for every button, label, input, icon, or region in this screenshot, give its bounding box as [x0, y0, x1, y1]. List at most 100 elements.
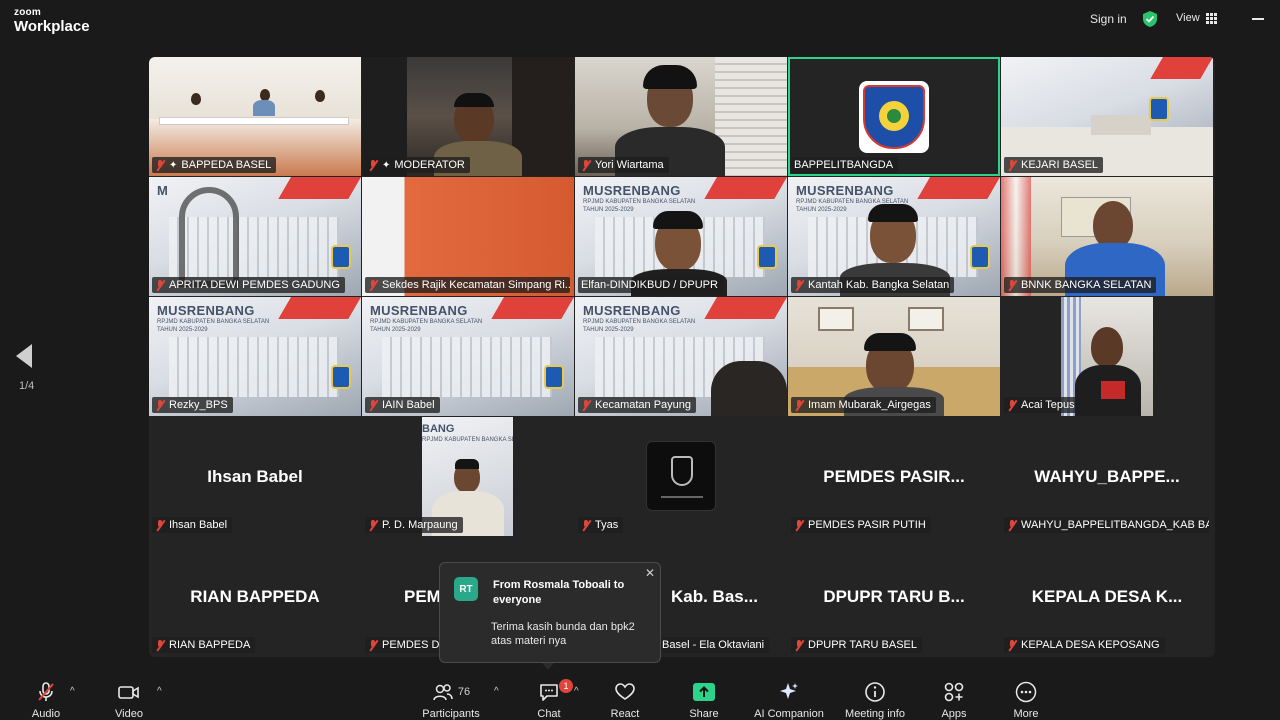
ai-companion-label: AI Companion: [754, 708, 824, 720]
participant-name: P. D. Marpaung: [382, 519, 458, 531]
participant-tile[interactable]: Tyas: [575, 417, 787, 536]
brand-zoom: zoom: [14, 7, 41, 18]
participant-tile[interactable]: WAHYU_BAPPE... WAHYU_BAPPELITBANGDA_KAB …: [1001, 417, 1213, 536]
participant-name: APRITA DEWI PEMDES GADUNG: [169, 279, 340, 291]
shield-check-icon[interactable]: [1141, 10, 1159, 28]
participant-tile[interactable]: MUSRENBANG RPJMD KABUPATEN BANGKA SELATA…: [788, 177, 1000, 296]
participant-tile[interactable]: Imam Mubarak_Airgegas: [788, 297, 1000, 416]
brand-workplace: Workplace: [14, 18, 90, 35]
participant-tile[interactable]: DPUPR TARU B... DPUPR TARU BASEL: [788, 537, 1000, 656]
audio-button[interactable]: Audio: [30, 680, 62, 720]
name-plate: KEPALA DESA KEPOSANG: [1004, 637, 1165, 653]
more-button[interactable]: More: [1010, 680, 1042, 720]
chat-options-chevron-icon[interactable]: ^: [574, 686, 579, 697]
share-button[interactable]: Share: [686, 680, 722, 720]
name-plate: Elfan-DINDIKBUD / DPUPR: [578, 277, 723, 293]
participant-tile[interactable]: MUSRENBANG RPJMD KABUPATEN BANGKA SELATA…: [149, 297, 361, 416]
name-plate: Imam Mubarak_Airgegas: [791, 397, 936, 413]
name-plate: Ihsan Babel: [152, 517, 233, 533]
participants-icon: [433, 684, 453, 701]
participant-tile[interactable]: BNNK BANGKA SELATAN: [1001, 177, 1213, 296]
chat-notification[interactable]: RT From Rosmala Toboali to everyone Teri…: [439, 562, 661, 670]
participant-tile[interactable]: Yori Wiartama: [575, 57, 787, 176]
mic-muted-icon: [368, 639, 378, 651]
audio-options-chevron-icon[interactable]: ^: [70, 686, 75, 697]
participant-tile[interactable]: Ihsan Babel Ihsan Babel: [149, 417, 361, 536]
close-icon[interactable]: ✕: [645, 566, 655, 580]
participant-name: IAIN Babel: [382, 399, 435, 411]
participant-tile[interactable]: M APRITA DEWI PEMDES GADUNG: [149, 177, 361, 296]
minimize-icon[interactable]: [1252, 18, 1264, 20]
participant-tile-active-speaker[interactable]: BAPPELITBANGDA: [788, 57, 1000, 176]
participant-tile[interactable]: BANG RPJMD KABUPATEN BANGKA SELATAN P. D…: [362, 417, 574, 536]
participant-name: Ihsan Babel: [169, 519, 228, 531]
microphone-muted-icon: [38, 682, 54, 701]
name-plate: Kecamatan Payung: [578, 397, 697, 413]
participant-tile[interactable]: ✦ BAPPEDA BASEL: [149, 57, 361, 176]
participant-tile[interactable]: RIAN BAPPEDA RIAN BAPPEDA: [149, 537, 361, 656]
participant-name: Acai Tepus: [1021, 399, 1075, 411]
audio-label: Audio: [31, 708, 61, 720]
participant-name: BAPPELITBANGDA: [794, 159, 894, 171]
participant-tile[interactable]: MUSRENBANG RPJMD KABUPATEN BANGKA SELATA…: [575, 297, 787, 416]
mic-muted-icon: [368, 279, 378, 291]
mic-muted-icon: [1007, 399, 1017, 411]
react-button[interactable]: React: [608, 680, 642, 720]
participant-tile[interactable]: KEJARI BASEL: [1001, 57, 1213, 176]
sign-in-link[interactable]: Sign in: [1090, 12, 1127, 26]
participant-name: Sekdes Rajik Kecamatan Simpang Ri...: [382, 279, 570, 291]
slide-title: MUSRENBANG: [796, 183, 894, 198]
view-label: View: [1176, 12, 1200, 24]
previous-page-arrow-icon[interactable]: [16, 344, 32, 368]
name-plate: BNNK BANGKA SELATAN: [1004, 277, 1157, 293]
participant-tile[interactable]: ✦ MODERATOR: [362, 57, 574, 176]
participant-tile[interactable]: PEMDES PASIR... PEMDES PASIR PUTIH: [788, 417, 1000, 536]
slide-title: MUSRENBANG: [583, 303, 681, 318]
chat-bubble-icon: [540, 684, 558, 701]
participant-tile[interactable]: Acai Tepus: [1001, 297, 1213, 416]
slide-title: MUSRENBANG: [157, 303, 255, 318]
participant-name: WAHYU_BAPPELITBANGDA_KAB BAS...: [1021, 519, 1209, 531]
participant-tile[interactable]: MUSRENBANG RPJMD KABUPATEN BANGKA SELATA…: [575, 177, 787, 296]
participant-name: Rezky_BPS: [169, 399, 228, 411]
participants-options-chevron-icon[interactable]: ^: [494, 686, 499, 697]
pin-icon: ✦: [169, 159, 178, 171]
name-plate: ✦ BAPPEDA BASEL: [152, 157, 277, 173]
name-plate: KEJARI BASEL: [1004, 157, 1104, 173]
react-label: React: [610, 708, 640, 720]
mic-muted-icon: [581, 159, 591, 171]
slide-title: MUSRENBANG: [583, 183, 681, 198]
video-label: Video: [115, 708, 143, 720]
mic-muted-icon: [155, 639, 165, 651]
chat-sender: From Rosmala Toboali to everyone: [493, 579, 625, 606]
mic-muted-icon: [794, 639, 804, 651]
mic-muted-icon: [368, 399, 378, 411]
participants-label: Participants: [422, 708, 480, 720]
slide-subtitle: RPJMD KABUPATEN BANGKA SELATAN TAHUN 2025…: [157, 319, 270, 333]
name-plate: P. D. Marpaung: [365, 517, 463, 533]
name-plate: RIAN BAPPEDA: [152, 637, 256, 653]
participant-tile[interactable]: KEPALA DESA K... KEPALA DESA KEPOSANG: [1001, 537, 1213, 656]
name-plate: Basel - Ela Oktaviani: [659, 637, 770, 653]
mic-muted-icon: [155, 519, 165, 531]
pin-icon: ✦: [382, 159, 391, 171]
view-button[interactable]: View: [1176, 12, 1217, 24]
video-button[interactable]: Video: [112, 680, 146, 720]
video-options-chevron-icon[interactable]: ^: [157, 686, 162, 697]
share-screen-icon: [693, 683, 715, 701]
name-plate: Yori Wiartama: [578, 157, 669, 173]
mic-muted-icon: [368, 159, 378, 171]
heart-icon: [615, 683, 635, 700]
name-plate: DPUPR TARU BASEL: [791, 637, 923, 653]
participants-button[interactable]: 76 Participants: [420, 680, 482, 720]
participant-name: Yori Wiartama: [595, 159, 664, 171]
bappelitbangda-emblem: [859, 81, 929, 153]
ai-companion-button[interactable]: AI Companion: [753, 680, 825, 720]
chat-button[interactable]: 1 Chat: [534, 679, 573, 720]
apps-button[interactable]: Apps: [938, 680, 970, 720]
participant-tile[interactable]: MUSRENBANG RPJMD KABUPATEN BANGKA SELATA…: [362, 297, 574, 416]
meeting-info-button[interactable]: Meeting info: [842, 680, 908, 720]
participant-tile[interactable]: Sekdes Rajik Kecamatan Simpang Ri...: [362, 177, 574, 296]
name-plate: IAIN Babel: [365, 397, 440, 413]
page-indicator: 1/4: [19, 380, 35, 392]
